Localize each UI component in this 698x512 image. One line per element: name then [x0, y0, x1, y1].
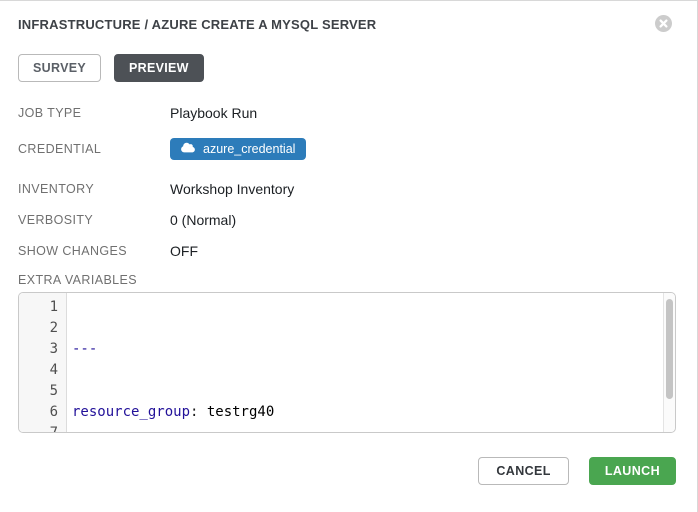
field-row-inventory: INVENTORY Workshop Inventory: [18, 180, 676, 198]
modal-header: INFRASTRUCTURE / AZURE CREATE A MYSQL SE…: [18, 17, 676, 32]
extra-variables-editor[interactable]: 1 2 3 4 5 6 7 --- resource_group:testrg4…: [18, 292, 676, 433]
field-label: VERBOSITY: [18, 213, 170, 227]
code-line: resource_group:testrg40: [72, 402, 675, 423]
editor-scrollbar-thumb[interactable]: [666, 299, 673, 399]
field-value: Workshop Inventory: [170, 181, 294, 197]
launch-button[interactable]: LAUNCH: [589, 457, 676, 485]
job-details: JOB TYPE Playbook Run CREDENTIAL azure_c…: [18, 104, 676, 260]
editor-code-area[interactable]: --- resource_group:testrg40 location:eas…: [67, 293, 675, 432]
times-circle-icon: [655, 20, 672, 35]
code-line: ---: [72, 339, 675, 360]
tab-survey[interactable]: SURVEY: [18, 54, 101, 82]
field-label: CREDENTIAL: [18, 142, 170, 156]
launch-preview-modal: INFRASTRUCTURE / AZURE CREATE A MYSQL SE…: [0, 0, 698, 512]
extra-variables-label: EXTRA VARIABLES: [18, 273, 676, 287]
field-label: JOB TYPE: [18, 106, 170, 120]
editor-scrollbar[interactable]: [663, 293, 675, 432]
editor-line-numbers: 1 2 3 4 5 6 7: [19, 293, 67, 432]
line-number: 1: [19, 297, 58, 318]
cloud-icon: [181, 142, 195, 156]
line-number: 7: [19, 423, 58, 433]
field-row-credential: CREDENTIAL azure_credential: [18, 138, 676, 160]
line-number: 6: [19, 402, 58, 423]
field-label: INVENTORY: [18, 182, 170, 196]
field-value: azure_credential: [170, 138, 306, 160]
tab-bar: SURVEY PREVIEW: [18, 54, 676, 82]
line-number: 3: [19, 339, 58, 360]
field-value: Playbook Run: [170, 105, 257, 121]
credential-badge[interactable]: azure_credential: [170, 138, 306, 160]
page-title: INFRASTRUCTURE / AZURE CREATE A MYSQL SE…: [18, 17, 376, 32]
field-row-verbosity: VERBOSITY 0 (Normal): [18, 211, 676, 229]
field-row-job-type: JOB TYPE Playbook Run: [18, 104, 676, 122]
line-number: 5: [19, 381, 58, 402]
cancel-button[interactable]: CANCEL: [478, 457, 568, 485]
line-number: 4: [19, 360, 58, 381]
field-label: SHOW CHANGES: [18, 244, 170, 258]
tab-preview[interactable]: PREVIEW: [114, 54, 204, 82]
line-number: 2: [19, 318, 58, 339]
credential-name: azure_credential: [203, 142, 295, 156]
field-value: 0 (Normal): [170, 212, 236, 228]
close-button[interactable]: [655, 15, 672, 32]
modal-footer: CANCEL LAUNCH: [18, 457, 676, 485]
field-row-show-changes: SHOW CHANGES OFF: [18, 242, 676, 260]
field-value: OFF: [170, 243, 198, 259]
